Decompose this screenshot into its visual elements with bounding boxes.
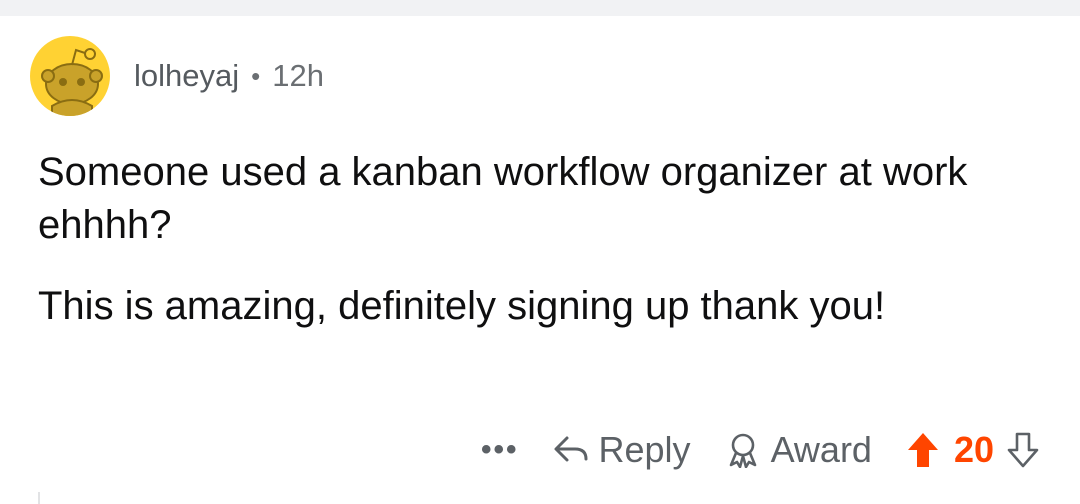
comment-paragraph: Someone used a kanban workflow organizer… (38, 150, 968, 247)
reply-label: Reply (598, 429, 691, 470)
downvote-icon[interactable] (1006, 431, 1040, 469)
thread-line (38, 492, 40, 504)
timestamp: 12h (272, 58, 324, 93)
avatar[interactable] (30, 36, 110, 116)
top-divider (0, 0, 1080, 16)
reply-arrow-icon (554, 436, 588, 462)
reply-button[interactable]: Reply (553, 429, 691, 471)
award-button[interactable]: Award (725, 429, 872, 471)
username[interactable]: lolheyaj (134, 58, 239, 94)
comment-body: Someone used a kanban workflow organizer… (38, 146, 1038, 361)
vote-controls: 20 (906, 429, 1040, 471)
vote-count: 20 (953, 429, 994, 470)
upvote-icon[interactable] (906, 431, 940, 469)
more-options-button[interactable]: ••• (481, 435, 519, 465)
snoo-icon (41, 48, 103, 116)
comment: lolheyaj • 12h Someone used a kanban wor… (0, 16, 1080, 504)
comment-actions: ••• Reply Award 20 (481, 426, 1040, 474)
award-icon (729, 433, 756, 468)
meta-separator: • (251, 60, 261, 91)
comment-header: lolheyaj • 12h (30, 36, 324, 116)
comment-meta: lolheyaj • 12h (134, 58, 324, 94)
award-label: Award (770, 429, 872, 470)
comment-paragraph: This is amazing, definitely signing up t… (38, 284, 886, 328)
